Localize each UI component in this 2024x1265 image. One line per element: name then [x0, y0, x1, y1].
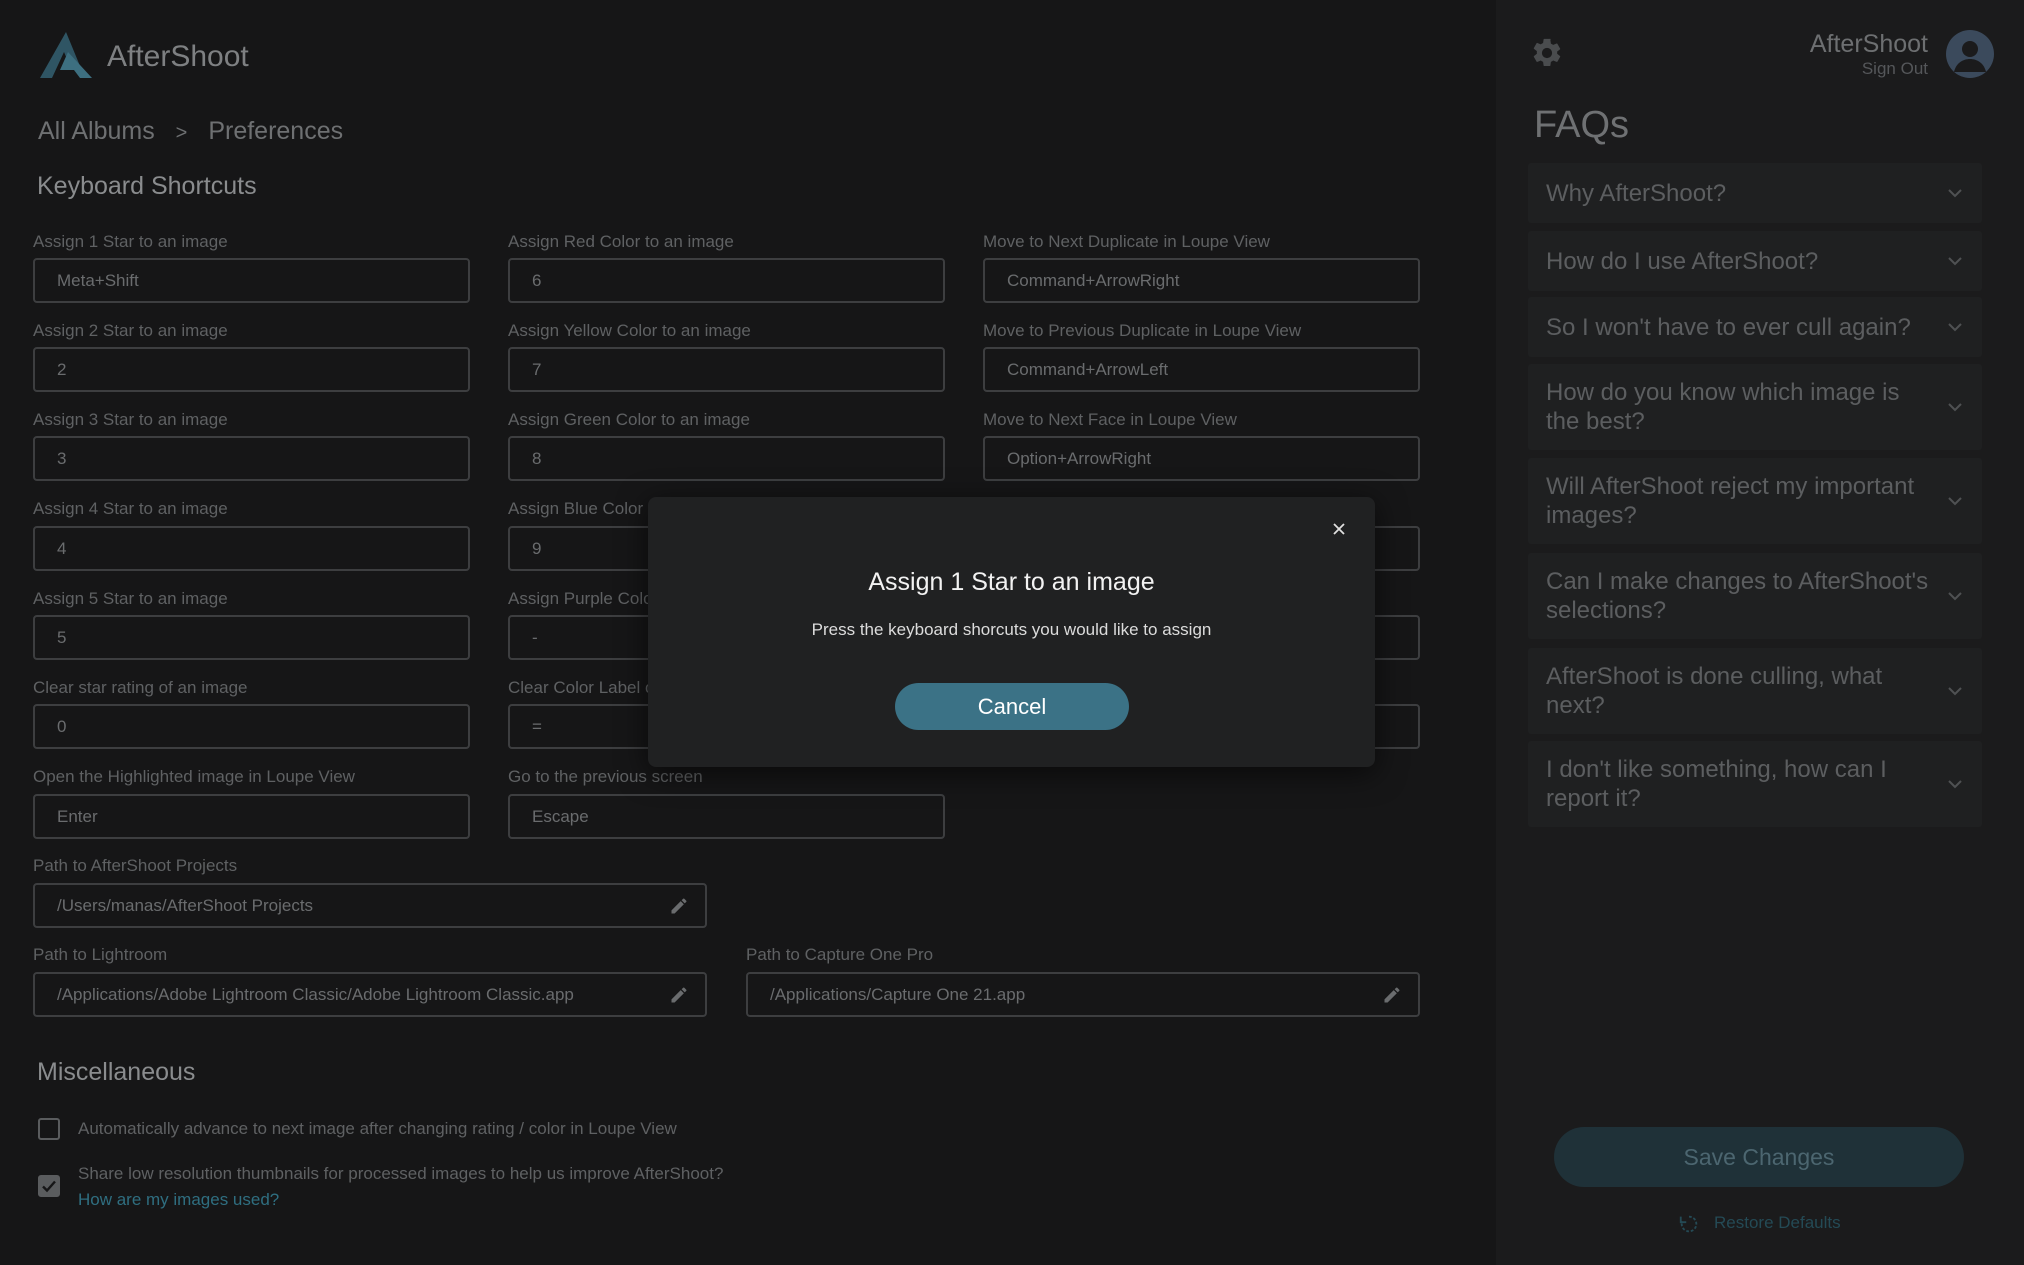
dialog-title: Assign 1 Star to an image: [868, 568, 1155, 596]
field-label: Assign 1 Star to an image: [33, 232, 228, 251]
sign-out-link[interactable]: Sign Out: [1862, 59, 1928, 79]
breadcrumb-separator: >: [175, 122, 188, 144]
shortcut-input[interactable]: 7: [508, 347, 945, 392]
faq-question: How do you know which image is the best?: [1546, 379, 1900, 435]
field-label: Assign Yellow Color to an image: [508, 321, 751, 340]
settings-gear-icon[interactable]: [1530, 36, 1564, 70]
field-label: Go to the previous screen: [508, 767, 703, 786]
faq-item[interactable]: So I won't have to ever cull again?: [1528, 297, 1982, 357]
aftershoot-logo-icon: [40, 32, 92, 78]
shortcut-input[interactable]: 2: [33, 347, 470, 392]
faq-title: FAQs: [1534, 104, 1630, 146]
edit-pencil-icon[interactable]: [669, 985, 689, 1005]
chevron-down-icon: [1948, 780, 1962, 789]
field-label: Path to Capture One Pro: [746, 945, 934, 964]
share-thumbnails-checkbox[interactable]: [38, 1175, 60, 1197]
chevron-down-icon: [1948, 323, 1962, 332]
shortcut-input[interactable]: 6: [508, 258, 945, 303]
faq-item[interactable]: AfterShoot is done culling, what next?: [1528, 648, 1982, 734]
faq-question: Can I make changes to AfterShoot's selec…: [1546, 568, 1929, 624]
faq-question: So I won't have to ever cull again?: [1546, 314, 1911, 341]
miscellaneous-title: Miscellaneous: [37, 1058, 196, 1086]
shortcut-input[interactable]: Escape: [508, 794, 945, 839]
breadcrumb: All Albums > Preferences: [38, 117, 343, 146]
faq-question: Why AfterShoot?: [1546, 180, 1727, 207]
restore-icon: [1679, 1215, 1698, 1233]
faq-item[interactable]: How do you know which image is the best?: [1528, 364, 1982, 450]
shortcut-input[interactable]: Option+ArrowRight: [983, 436, 1420, 481]
lightroom-path-value: /Applications/Adobe Lightroom Classic/Ad…: [57, 985, 574, 1004]
field-label: Assign 5 Star to an image: [33, 589, 228, 608]
breadcrumb-all-albums[interactable]: All Albums: [38, 117, 155, 145]
field-label: Move to Previous Duplicate in Loupe View: [983, 321, 1302, 340]
user-name: AfterShoot: [1809, 30, 1928, 58]
field-label: Path to AfterShoot Projects: [33, 856, 238, 875]
brand-name: AfterShoot: [107, 40, 249, 73]
capture-one-path-value: /Applications/Capture One 21.app: [770, 985, 1026, 1004]
field-label: Assign Red Color to an image: [508, 232, 734, 251]
field-label: Assign 3 Star to an image: [33, 410, 228, 429]
field-label: Assign Purple Colo: [508, 589, 653, 608]
cancel-button[interactable]: Cancel: [895, 683, 1129, 730]
chevron-down-icon: [1948, 189, 1962, 198]
close-icon[interactable]: [1329, 519, 1349, 539]
restore-defaults-button[interactable]: Restore Defaults: [1678, 1212, 1918, 1236]
edit-pencil-icon[interactable]: [669, 896, 689, 916]
keyboard-shortcuts-title: Keyboard Shortcuts: [37, 172, 257, 200]
field-label: Assign Blue Color t: [508, 499, 653, 518]
faq-question: AfterShoot is done culling, what next?: [1546, 663, 1883, 719]
faq-item[interactable]: Will AfterShoot reject my important imag…: [1528, 458, 1982, 544]
images-usage-link[interactable]: How are my images used?: [78, 1190, 279, 1210]
field-label: Open the Highlighted image in Loupe View: [33, 767, 355, 786]
lightroom-path-input[interactable]: /Applications/Adobe Lightroom Classic/Ad…: [33, 972, 707, 1017]
shortcut-input[interactable]: Command+ArrowLeft: [983, 347, 1420, 392]
chevron-down-icon: [1948, 403, 1962, 412]
auto-advance-checkbox[interactable]: [38, 1118, 60, 1140]
share-thumbnails-label: Share low resolution thumbnails for proc…: [78, 1164, 724, 1183]
save-changes-button[interactable]: Save Changes: [1554, 1127, 1964, 1187]
faq-item[interactable]: Can I make changes to AfterShoot's selec…: [1528, 553, 1982, 639]
faq-question: How do I use AfterShoot?: [1546, 248, 1819, 275]
shortcut-input[interactable]: 0: [33, 704, 470, 749]
projects-path-input[interactable]: /Users/manas/AfterShoot Projects: [33, 883, 707, 928]
faq-item[interactable]: Why AfterShoot?: [1528, 163, 1982, 223]
field-label: Clear Color Label o: [508, 678, 655, 697]
shortcut-input[interactable]: Meta+Shift: [33, 258, 470, 303]
breadcrumb-preferences: Preferences: [208, 117, 344, 145]
field-label: Assign Green Color to an image: [508, 410, 750, 429]
faq-question: I don't like something, how can I report…: [1546, 756, 1887, 812]
faq-item[interactable]: I don't like something, how can I report…: [1528, 741, 1982, 827]
shortcut-input[interactable]: [1370, 615, 1420, 660]
shortcut-input[interactable]: Command+ArrowRight: [983, 258, 1420, 303]
chevron-down-icon: [1948, 687, 1962, 696]
shortcut-input[interactable]: 8: [508, 436, 945, 481]
auto-advance-label: Automatically advance to next image afte…: [78, 1119, 677, 1138]
shortcut-input[interactable]: Enter: [33, 794, 470, 839]
shortcut-input[interactable]: [1370, 526, 1420, 571]
faq-item[interactable]: How do I use AfterShoot?: [1528, 231, 1982, 291]
avatar[interactable]: [1946, 30, 1994, 78]
field-label: Path to Lightroom: [33, 945, 168, 964]
shortcut-input[interactable]: 3: [33, 436, 470, 481]
field-label: Move to Next Face in Loupe View: [983, 410, 1237, 429]
chevron-down-icon: [1948, 592, 1962, 601]
edit-pencil-icon[interactable]: [1382, 985, 1402, 1005]
field-label: Assign 4 Star to an image: [33, 499, 228, 518]
chevron-down-icon: [1948, 497, 1962, 506]
field-label: Clear star rating of an image: [33, 678, 248, 697]
field-label: Move to Next Duplicate in Loupe View: [983, 232, 1270, 251]
chevron-down-icon: [1948, 257, 1962, 266]
restore-defaults-label: Restore Defaults: [1714, 1213, 1841, 1232]
projects-path-value: /Users/manas/AfterShoot Projects: [57, 896, 314, 915]
field-label: Assign 2 Star to an image: [33, 321, 228, 340]
faq-question: Will AfterShoot reject my important imag…: [1546, 473, 1915, 529]
assign-shortcut-dialog: Assign 1 Star to an image Press the keyb…: [648, 497, 1375, 767]
dialog-message: Press the keyboard shorcuts you would li…: [811, 620, 1212, 639]
capture-one-path-input[interactable]: /Applications/Capture One 21.app: [746, 972, 1420, 1017]
shortcut-input[interactable]: 4: [33, 526, 470, 571]
shortcut-input[interactable]: 5: [33, 615, 470, 660]
shortcut-input[interactable]: [1370, 704, 1420, 749]
user-avatar-icon: [1954, 41, 1986, 72]
checkmark-icon: [42, 1180, 56, 1193]
